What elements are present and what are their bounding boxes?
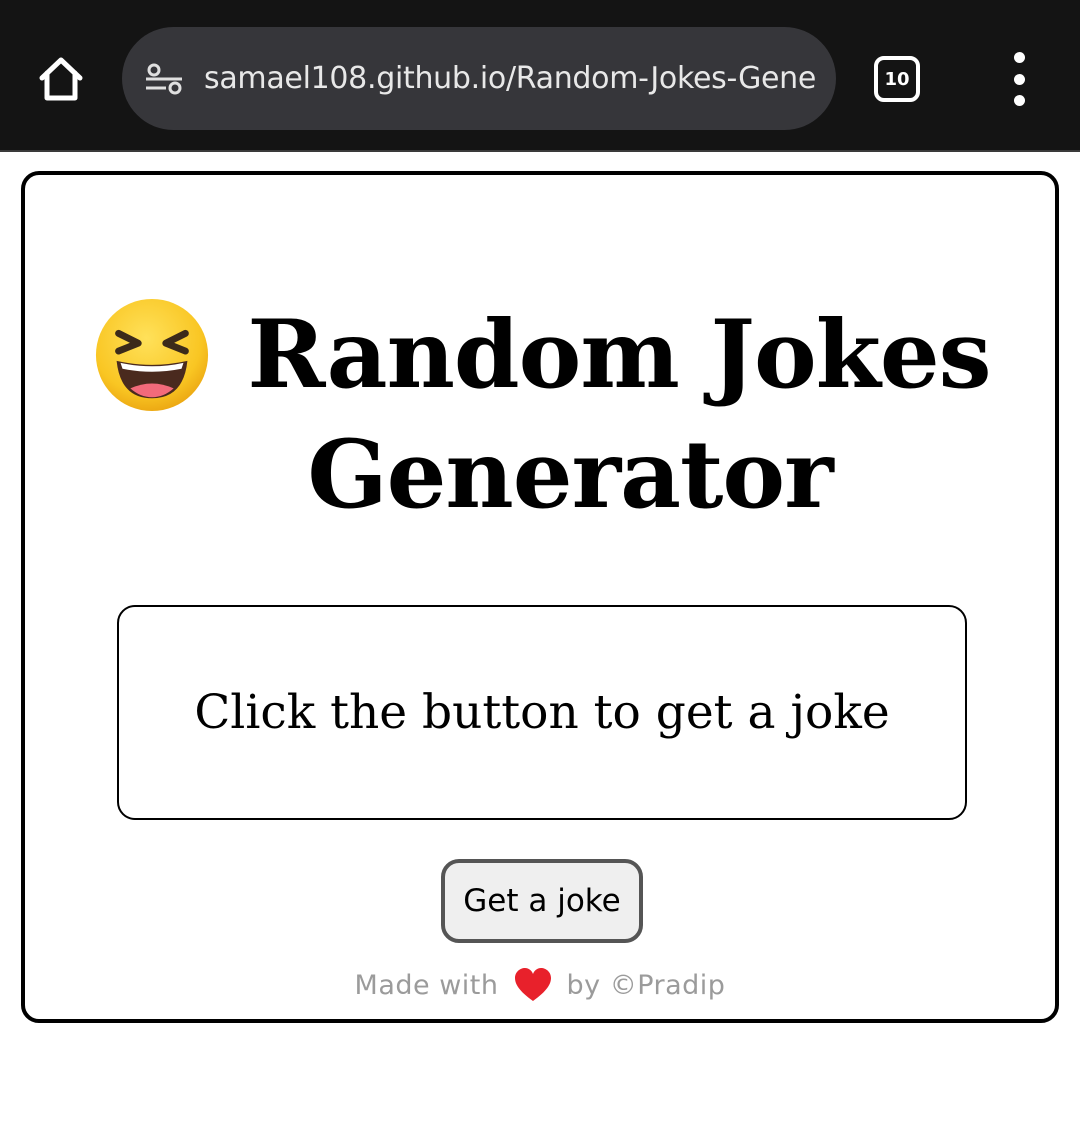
footer-credit: by ©Pradip — [566, 969, 726, 1001]
get-joke-button[interactable]: Get a joke — [441, 859, 643, 943]
joke-display: Click the button to get a joke — [117, 605, 967, 820]
title-line-1: Random Jokes — [247, 300, 991, 410]
more-vert-icon[interactable] — [996, 52, 1042, 106]
browser-toolbar: samael108.github.io/Random-Jokes-Genera … — [0, 0, 1080, 152]
url-text[interactable]: samael108.github.io/Random-Jokes-Genera — [204, 61, 816, 96]
title-line-2: Generator — [307, 420, 833, 530]
page-title: Random Jokes Generator — [25, 295, 1055, 535]
address-bar[interactable]: samael108.github.io/Random-Jokes-Genera — [122, 27, 836, 130]
tab-switcher-button[interactable]: 10 — [874, 56, 920, 102]
footer: Made with by ©Pradip — [25, 967, 1055, 1003]
joke-text: Click the button to get a joke — [194, 685, 890, 740]
tune-icon — [146, 63, 182, 94]
home-icon — [39, 57, 83, 101]
joke-card: Random Jokes Generator Click the button … — [21, 171, 1059, 1023]
laughing-face-emoji-icon — [96, 298, 209, 412]
site-settings-button[interactable] — [142, 57, 186, 101]
heart-icon — [514, 968, 551, 1001]
home-button[interactable] — [28, 46, 94, 112]
footer-made-with: Made with — [354, 969, 499, 1001]
tab-count: 10 — [884, 68, 910, 90]
